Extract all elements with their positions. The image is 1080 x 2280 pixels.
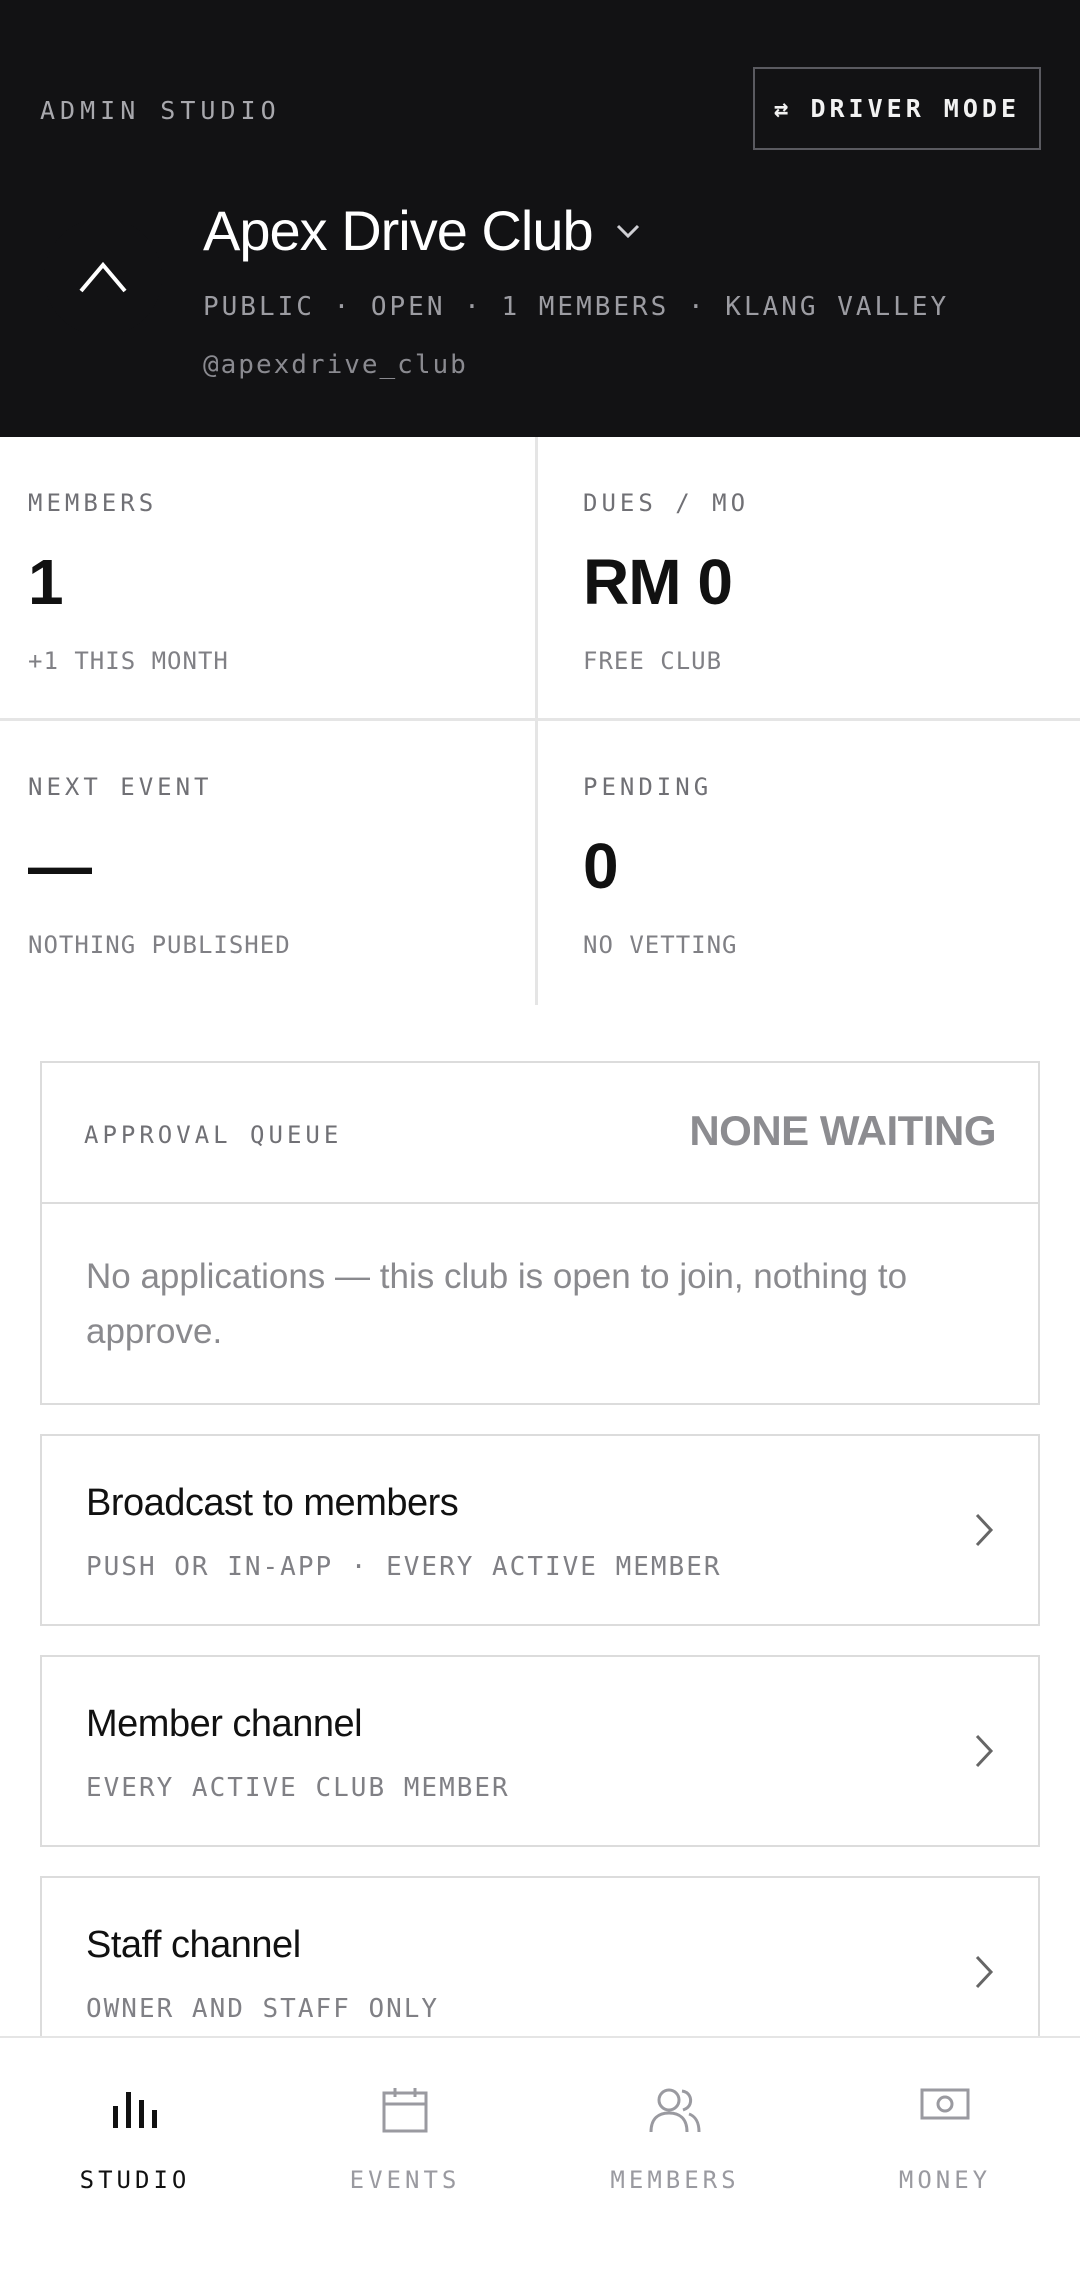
- bottom-navigation: STUDIO EVENTS MEMBERS MONEY: [0, 2036, 1080, 2280]
- calendar-icon: [381, 2086, 429, 2139]
- broadcast-card[interactable]: Broadcast to members PUSH OR IN-APP · EV…: [40, 1434, 1040, 1626]
- stat-label: DUES / MO: [583, 489, 750, 517]
- nav-label: STUDIO: [79, 2166, 191, 2194]
- stat-label: MEMBERS: [28, 489, 158, 517]
- nav-tab-money[interactable]: MONEY: [810, 2038, 1080, 2280]
- approval-queue-panel: APPROVAL QUEUE NONE WAITING No applicati…: [40, 1061, 1040, 1405]
- chevron-right-icon: [974, 1954, 994, 1995]
- card-title: Member channel: [86, 1703, 363, 1745]
- card-title: Staff channel: [86, 1924, 301, 1966]
- approval-queue-title: APPROVAL QUEUE: [84, 1121, 343, 1149]
- nav-label: MONEY: [898, 2166, 992, 2194]
- approval-queue-header: APPROVAL QUEUE NONE WAITING: [42, 1063, 1038, 1204]
- stat-label: NEXT EVENT: [28, 773, 213, 801]
- people-icon: [649, 2086, 701, 2139]
- approval-queue-status: NONE WAITING: [689, 1107, 996, 1154]
- club-name: Apex Drive Club: [203, 199, 594, 262]
- stat-label: PENDING: [583, 773, 713, 801]
- card-title: Broadcast to members: [86, 1482, 459, 1524]
- stat-sub: FREE CLUB: [583, 647, 723, 675]
- chevron-right-icon: [974, 1512, 994, 1553]
- card-subtitle: EVERY ACTIVE CLUB MEMBER: [86, 1773, 510, 1803]
- chevron-down-icon: [615, 223, 641, 244]
- card-subtitle: PUSH OR IN-APP · EVERY ACTIVE MEMBER: [86, 1552, 722, 1582]
- club-handle: @apexdrive_club: [203, 350, 468, 380]
- nav-label: MEMBERS: [610, 2166, 740, 2194]
- driver-mode-label: DRIVER MODE: [810, 94, 1021, 123]
- nav-tab-members[interactable]: MEMBERS: [540, 2038, 810, 2280]
- club-logo: [44, 218, 162, 336]
- club-meta: PUBLIC · OPEN · 1 MEMBERS · KLANG VALLEY: [203, 292, 950, 322]
- chevron-up-logo-icon: [79, 261, 127, 293]
- driver-mode-button[interactable]: ⇄ DRIVER MODE: [753, 67, 1041, 150]
- stat-sub: NO VETTING: [583, 931, 738, 959]
- member-channel-card[interactable]: Member channel EVERY ACTIVE CLUB MEMBER: [40, 1655, 1040, 1847]
- stat-pending: PENDING 0 NO VETTING: [538, 721, 1080, 1005]
- club-switcher[interactable]: Apex Drive Club: [203, 198, 641, 263]
- stat-sub: NOTHING PUBLISHED: [28, 931, 291, 959]
- nav-tab-studio[interactable]: STUDIO: [0, 2038, 270, 2280]
- studio-header: ADMIN STUDIO ⇄ DRIVER MODE Apex Drive Cl…: [0, 0, 1080, 437]
- stat-members: MEMBERS 1 +1 THIS MONTH: [0, 437, 538, 721]
- chevron-right-icon: [974, 1733, 994, 1774]
- bar-chart-icon: [111, 2086, 159, 2135]
- stat-value: 0: [583, 830, 619, 902]
- section-label: ADMIN STUDIO: [40, 96, 281, 125]
- approval-queue-message: No applications — this club is open to j…: [86, 1257, 908, 1351]
- stat-value: RM 0: [583, 546, 733, 618]
- stat-next-event: NEXT EVENT — NOTHING PUBLISHED: [0, 721, 538, 1005]
- banknote-icon: [920, 2086, 970, 2127]
- card-subtitle: OWNER AND STAFF ONLY: [86, 1994, 440, 2024]
- stat-value: 1: [28, 546, 64, 618]
- nav-label: EVENTS: [349, 2166, 461, 2194]
- stat-sub: +1 THIS MONTH: [28, 647, 229, 675]
- nav-tab-events[interactable]: EVENTS: [270, 2038, 540, 2280]
- stat-value: —: [28, 830, 92, 902]
- swap-icon: ⇄: [773, 94, 793, 123]
- stat-dues: DUES / MO RM 0 FREE CLUB: [538, 437, 1080, 721]
